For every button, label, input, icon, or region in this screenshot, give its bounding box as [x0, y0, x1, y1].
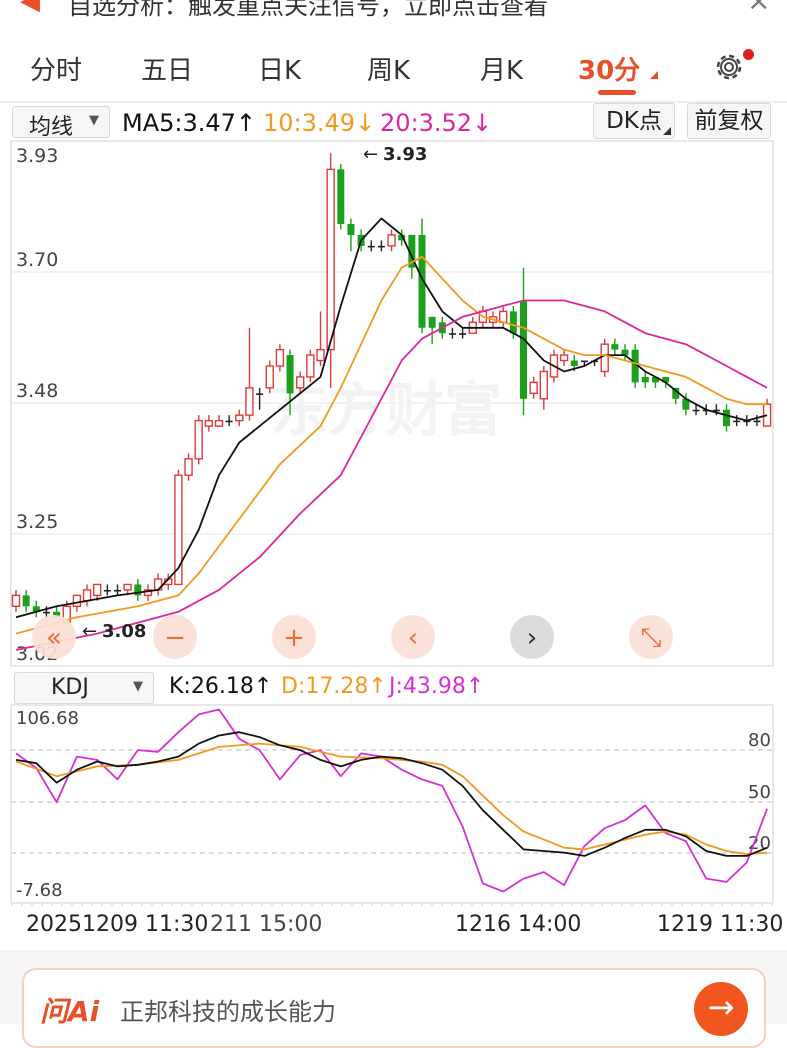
ma-indicator-select[interactable]: 均线 ▼	[12, 106, 110, 140]
tab-dropdown-caret[interactable]	[650, 71, 658, 79]
svg-text:−: −	[164, 623, 186, 653]
svg-text:+: +	[283, 623, 305, 653]
candle	[265, 360, 274, 394]
chevron-down-icon: ▼	[133, 679, 143, 694]
candle	[600, 338, 609, 377]
candle	[418, 218, 426, 334]
candle	[337, 163, 345, 230]
gear-icon[interactable]	[712, 50, 746, 84]
close-icon[interactable]: ×	[747, 0, 770, 17]
fullscreen-icon[interactable]: ⤡	[629, 615, 673, 659]
ask-ai-bar: 问Ai 正邦科技的成长能力 →	[0, 950, 787, 1048]
time-label: 211 15:00	[210, 912, 323, 937]
speaker-icon: ◀	[20, 0, 40, 16]
svg-text:‹: ‹	[408, 623, 418, 653]
chevron-down-icon: ▼	[89, 113, 99, 128]
period-tabs: 分时 五日 日K 周K 月K 30分	[0, 30, 787, 100]
svg-text:›: ›	[527, 623, 537, 653]
time-axis-ticks	[11, 904, 773, 906]
ask-ai-input[interactable]: 问Ai 正邦科技的成长能力 →	[22, 968, 766, 1048]
candle	[306, 349, 315, 383]
svg-text:←: ←	[82, 621, 97, 642]
time-axis: 20251209 11:30 211 15:00 1216 14:00 1219…	[0, 904, 787, 950]
dk-points-button[interactable]: DK点	[593, 103, 675, 139]
time-label: 20251209 11:30	[26, 912, 209, 937]
scroll-right-icon[interactable]: ›	[510, 615, 554, 659]
kdj-level-tick: 80	[748, 730, 771, 751]
time-label: 1216 14:00	[455, 912, 582, 937]
svg-text:«: «	[46, 623, 62, 653]
price-tick: 3.48	[16, 380, 58, 402]
candle	[194, 415, 203, 465]
price-tick: 3.93	[16, 145, 58, 167]
svg-text:3.93: 3.93	[383, 144, 427, 165]
svg-text:←: ←	[363, 144, 378, 165]
ma5-value: MA5:3.47↑	[122, 109, 257, 137]
active-tab-indicator	[598, 90, 636, 95]
watermark: 东方财富	[270, 376, 502, 444]
arrow-right-icon[interactable]: →	[694, 982, 748, 1036]
tab-30min[interactable]: 30分	[578, 50, 640, 87]
kdj-min-tick: -7.68	[16, 880, 63, 901]
tab-monthly-k[interactable]: 月K	[480, 50, 523, 87]
time-label: 1219 11:30	[657, 912, 784, 937]
tab-weekly-k[interactable]: 周K	[367, 50, 410, 87]
ma20-value: 20:3.52↓	[380, 109, 493, 137]
svg-text:3.08: 3.08	[102, 621, 146, 642]
notification-strip[interactable]: ◀ 自选分析：触发重点关注信号，立即点击查看 ×	[0, 0, 787, 30]
notification-dot	[743, 49, 754, 60]
ai-logo: 问Ai	[40, 995, 100, 1028]
kdj-chart[interactable]: 106.68 -7.68 80 50 20	[0, 704, 787, 904]
kdj-bar: KDJ ▼ K:26.18↑ D:17.28↑ J:43.98↑	[0, 668, 787, 704]
candlestick-chart[interactable]: 东方财富 3.93 3.70 3.48 3.25 3.02 ← 3.93 ← 3…	[0, 140, 787, 668]
fast-back-icon[interactable]: «	[32, 615, 76, 659]
kdj-level-tick: 50	[748, 782, 771, 803]
zoom-out-icon[interactable]: −	[153, 615, 197, 659]
kdj-max-tick: 106.68	[16, 708, 79, 729]
low-marker: ← 3.08	[82, 621, 146, 642]
tab-daily-k[interactable]: 日K	[258, 50, 301, 87]
tab-intraday[interactable]: 分时	[30, 50, 82, 87]
d-value: D:17.28↑	[281, 674, 387, 699]
j-value: J:43.98↑	[389, 674, 485, 699]
ma-bar: 均线 ▼ MA5:3.47↑ 10:3.49↓ 20:3.52↓ DK点 前复权	[0, 103, 787, 141]
tab-five-day[interactable]: 五日	[141, 50, 193, 87]
adjust-button[interactable]: 前复权	[687, 103, 771, 139]
high-marker: ← 3.93	[363, 144, 427, 165]
ma10-value: 10:3.49↓	[263, 109, 376, 137]
ask-ai-suggestion[interactable]: 正邦科技的成长能力	[120, 992, 336, 1027]
svg-text:⤡: ⤡	[641, 623, 662, 653]
price-tick: 3.70	[16, 249, 58, 271]
scroll-left-icon[interactable]: ‹	[391, 615, 435, 659]
k-value: K:26.18↑	[169, 674, 273, 699]
price-tick: 3.25	[16, 511, 58, 533]
notification-text[interactable]: 自选分析：触发重点关注信号，立即点击查看	[68, 0, 548, 21]
kdj-indicator-select[interactable]: KDJ ▼	[14, 672, 154, 704]
zoom-in-icon[interactable]: +	[272, 615, 316, 659]
